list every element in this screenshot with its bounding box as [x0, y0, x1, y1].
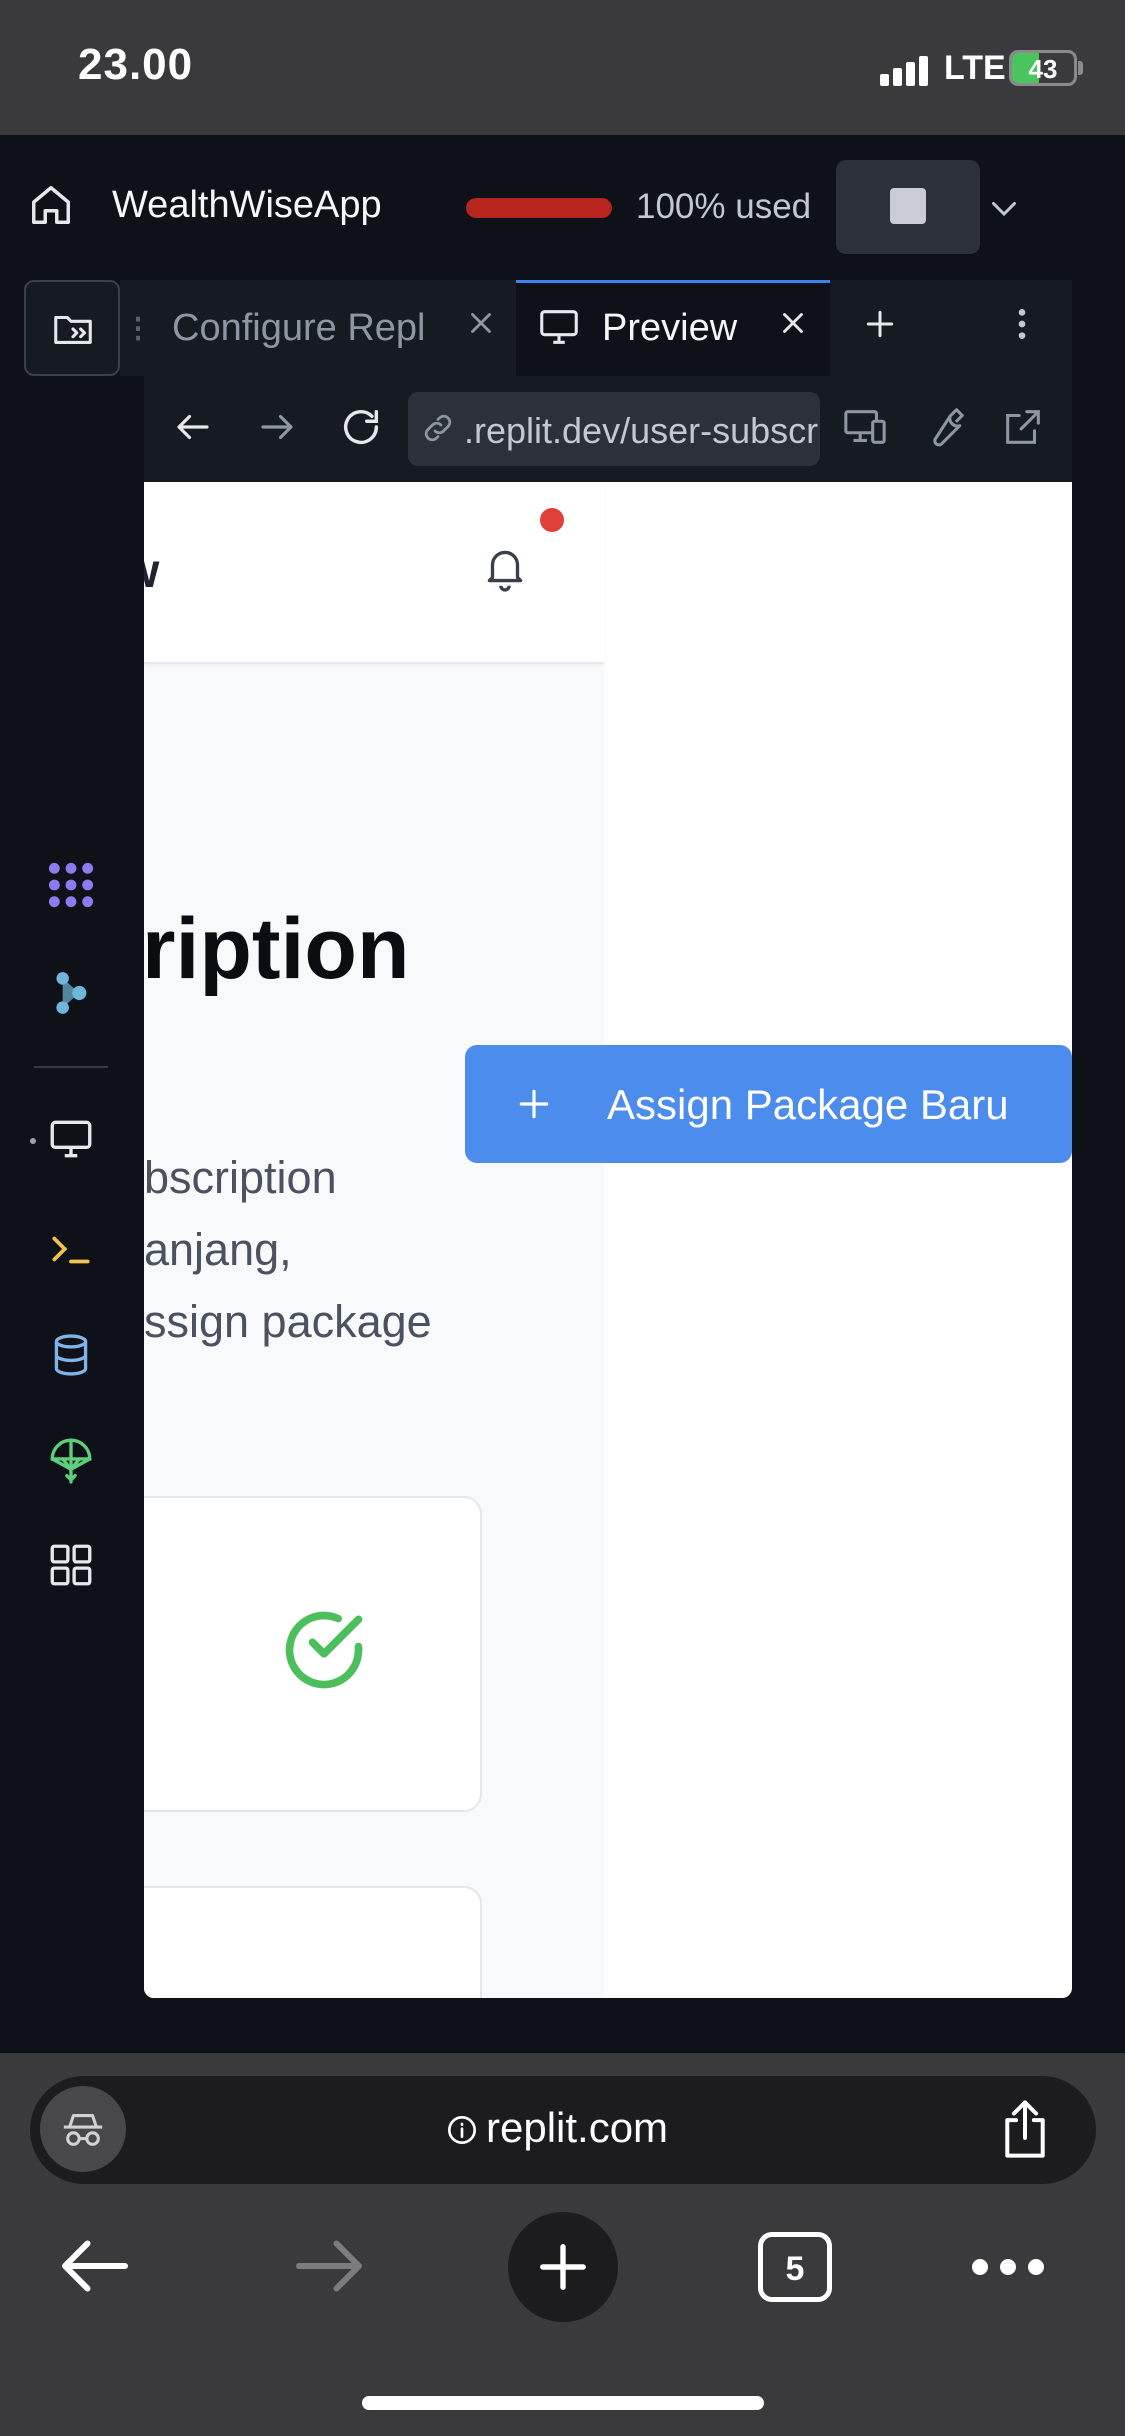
- notification-badge: [540, 508, 564, 532]
- external-link-icon[interactable]: [1000, 404, 1046, 450]
- status-card: [144, 1496, 482, 1812]
- private-browsing-icon[interactable]: [40, 2086, 126, 2172]
- assistant-icon[interactable]: [46, 968, 96, 1018]
- signal-icon: [880, 56, 930, 86]
- tab-count: 5: [785, 2250, 805, 2288]
- battery-icon: 43: [1009, 50, 1077, 86]
- back-arrow-icon[interactable]: [172, 406, 214, 448]
- status-card: [144, 1886, 482, 1998]
- safari-forward-icon[interactable]: [294, 2236, 364, 2296]
- add-tab-icon[interactable]: [860, 304, 900, 344]
- check-circle-icon: [278, 1604, 370, 1696]
- stop-icon: [890, 188, 926, 224]
- close-icon[interactable]: [464, 306, 498, 340]
- status-time: 23.00: [78, 40, 194, 89]
- app-header-title: w: [144, 544, 159, 599]
- rail-divider: [34, 1066, 108, 1068]
- assign-package-label: Assign Package Baru: [607, 1081, 1009, 1128]
- url-text: .replit.dev/user-subscriptions: [464, 410, 820, 451]
- close-icon[interactable]: [776, 306, 810, 340]
- url-field[interactable]: .replit.dev/user-subscriptions: [408, 392, 820, 466]
- domain-label[interactable]: replit.com: [486, 2104, 668, 2152]
- link-icon: [420, 410, 456, 446]
- preview-icon[interactable]: [46, 1114, 96, 1164]
- usage-label: 100% used: [636, 187, 812, 226]
- preview-webview[interactable]: w ription bscription anjang, ssign packa…: [144, 482, 1072, 1998]
- database-icon[interactable]: [46, 1330, 96, 1380]
- shell-icon[interactable]: [46, 1224, 96, 1274]
- forward-arrow-icon[interactable]: [256, 406, 298, 448]
- page-description: bscription anjang, ssign package: [144, 1152, 432, 1347]
- panel-toggle-button[interactable]: [24, 280, 120, 376]
- more-horizontal-icon[interactable]: [970, 2252, 1046, 2282]
- home-indicator: [362, 2396, 764, 2410]
- app-name[interactable]: WealthWiseApp: [112, 184, 382, 227]
- usage-fill: [466, 198, 612, 218]
- bell-icon[interactable]: [480, 540, 530, 594]
- info-icon[interactable]: [446, 2114, 478, 2146]
- tabs-overview-button[interactable]: 5: [758, 2232, 832, 2302]
- devices-icon[interactable]: [842, 404, 888, 450]
- tab-preview-label: Preview: [602, 307, 738, 349]
- safari-back-icon[interactable]: [60, 2236, 130, 2296]
- page-title: ription: [144, 901, 410, 997]
- all-tools-icon[interactable]: [46, 1540, 96, 1590]
- reload-icon[interactable]: [338, 404, 384, 450]
- home-icon[interactable]: [28, 182, 74, 228]
- network-label: LTE: [944, 49, 1006, 87]
- more-vertical-icon[interactable]: [1002, 302, 1042, 346]
- chevron-down-icon[interactable]: [986, 190, 1022, 226]
- battery-nub: [1078, 61, 1083, 75]
- agent-icon[interactable]: [46, 860, 96, 910]
- battery-label: 43: [1028, 54, 1058, 84]
- share-icon[interactable]: [998, 2098, 1052, 2160]
- active-indicator: [30, 1138, 36, 1144]
- tab-configure-label: Configure Repl: [172, 307, 426, 349]
- assign-package-button[interactable]: Assign Package Baru: [465, 1045, 1072, 1163]
- configure-tab-icon: ⁝: [132, 309, 145, 351]
- app-panel: w ription bscription anjang, ssign packa…: [144, 482, 604, 1998]
- wrench-icon[interactable]: [922, 404, 968, 450]
- new-tab-button[interactable]: [508, 2212, 618, 2322]
- plus-icon: [515, 1085, 553, 1123]
- deployments-icon[interactable]: [46, 1436, 96, 1486]
- monitor-icon: [536, 304, 582, 350]
- usage-bar: [466, 198, 612, 218]
- stop-button[interactable]: [836, 160, 980, 254]
- app-header: w: [144, 482, 604, 664]
